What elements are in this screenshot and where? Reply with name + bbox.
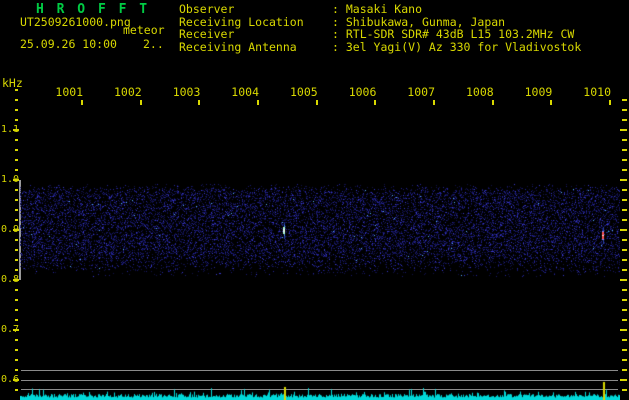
freq-axis-tick	[15, 299, 18, 301]
time-axis-tick	[315, 100, 318, 105]
right-axis-tick	[622, 349, 627, 351]
freq-axis-tick	[15, 219, 18, 221]
freq-axis-unit-label: kHz	[2, 76, 23, 90]
time-tick-label: 1001	[55, 85, 84, 99]
right-axis-tick	[622, 189, 627, 191]
time-axis-tick	[609, 100, 611, 105]
right-axis-tick	[620, 229, 627, 231]
time-tick-label: 1005	[289, 85, 318, 99]
right-axis-tick	[622, 239, 627, 241]
time-tick-label: 1002	[113, 85, 142, 99]
right-axis-tick	[622, 219, 627, 221]
freq-axis-tick	[15, 189, 18, 191]
time-axis-tick	[433, 100, 435, 105]
right-axis-tick	[622, 169, 627, 171]
right-axis-tick	[622, 109, 627, 111]
right-axis-tick	[620, 379, 627, 381]
datetime-label: 25.09.26 10:00	[20, 37, 117, 51]
right-axis-tick	[622, 149, 627, 151]
freq-axis-tick	[15, 289, 18, 291]
info-row: Receiving Antenna : 3el Yagi(V) Az 330 fo…	[179, 41, 581, 54]
freq-axis-tick	[15, 139, 18, 141]
freq-axis-tick	[15, 319, 18, 321]
right-axis-tick	[622, 309, 627, 311]
level-reference-line	[21, 370, 618, 371]
time-tick-label: 1007	[407, 85, 435, 99]
signal-level-trace-canvas	[20, 380, 620, 400]
freq-axis-tick	[15, 349, 18, 351]
right-axis-tick	[622, 139, 627, 141]
right-axis-tick	[620, 329, 627, 331]
freq-axis-tick	[13, 329, 19, 331]
freq-axis-tick	[15, 389, 18, 391]
time-axis-tick	[374, 100, 377, 105]
time-axis-tick	[491, 100, 494, 105]
freq-axis-tick	[15, 359, 18, 361]
right-axis-tick	[622, 199, 627, 201]
receiver-info-block: Observer: Masaki Kano Receiving Location:…	[179, 3, 581, 54]
time-tick-label: 1010	[583, 85, 611, 99]
right-axis-tick	[622, 159, 627, 161]
freq-axis-tick	[15, 89, 18, 91]
right-axis-tick	[622, 389, 627, 391]
time-tick-label: 1003	[172, 85, 201, 99]
freq-axis-tick	[15, 209, 18, 211]
info-label: Receiving Antenna	[179, 40, 297, 55]
time-axis-tick	[198, 100, 201, 105]
freq-axis-tick	[13, 379, 19, 381]
right-axis-tick	[622, 289, 627, 291]
time-tick-label: 1004	[231, 85, 259, 99]
right-axis-tick	[622, 359, 627, 361]
hrofft-output-screen: H R O F F T UT2509261000.png meteor 25.0…	[0, 0, 629, 400]
right-axis-tick	[622, 249, 627, 251]
time-tick-label: 1009	[524, 85, 553, 99]
freq-axis-tick	[15, 249, 18, 251]
info-value: : 3el Yagi(V) Az 330 for Vladivostok	[332, 40, 582, 55]
time-axis-tick	[257, 100, 259, 105]
right-axis-tick	[622, 99, 627, 101]
info-label: Observer	[179, 2, 235, 16]
freq-axis-tick	[15, 119, 18, 121]
time-axis-tick	[81, 100, 84, 105]
freq-axis-tick	[15, 169, 18, 171]
right-axis-tick	[622, 259, 627, 261]
time-axis-tick	[139, 100, 142, 105]
right-axis-tick	[622, 269, 627, 271]
freq-axis-tick	[15, 109, 18, 111]
freq-axis-tick	[15, 309, 18, 311]
spectrogram-canvas	[20, 180, 620, 280]
freq-axis-tick	[15, 259, 18, 261]
station-label: meteor	[123, 23, 165, 37]
right-axis-tick	[622, 319, 627, 321]
time-axis-tick	[550, 100, 553, 105]
freq-axis-tick	[15, 99, 18, 101]
freq-axis-tick	[15, 239, 18, 241]
freq-axis-tick	[15, 269, 18, 271]
status-counter: 2..	[143, 37, 164, 51]
freq-axis-tick	[15, 339, 18, 341]
freq-axis-tick	[15, 369, 18, 371]
right-axis-tick	[622, 369, 627, 371]
freq-axis-tick	[15, 159, 18, 161]
right-axis-tick	[622, 339, 627, 341]
right-axis-tick	[620, 279, 627, 281]
time-tick-label: 1006	[348, 85, 377, 99]
freq-axis-tick	[15, 199, 18, 201]
freq-axis-tick	[15, 149, 18, 151]
right-axis-tick	[622, 299, 627, 301]
freq-axis-tick	[13, 129, 19, 131]
right-axis-tick	[622, 119, 627, 121]
output-filename: UT2509261000.png	[20, 15, 131, 29]
right-axis-tick	[622, 209, 627, 211]
time-tick-label: 1008	[465, 85, 494, 99]
right-axis-tick	[620, 179, 627, 181]
right-axis-tick	[620, 129, 627, 131]
